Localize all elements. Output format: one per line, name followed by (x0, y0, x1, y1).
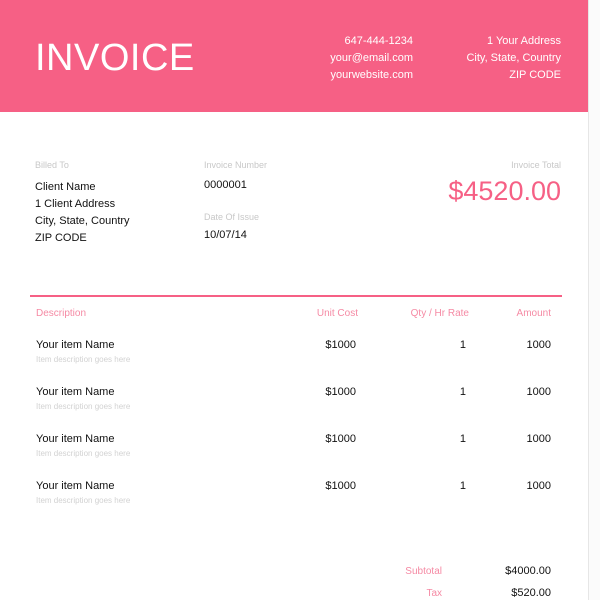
billed-to-block: Client Name 1 Client Address City, State… (35, 179, 130, 247)
item-amount: 1000 (526, 386, 551, 398)
address-line-1: 1 Your Address (486, 35, 561, 47)
date-of-issue: 10/07/14 (204, 229, 247, 241)
section-divider (30, 295, 562, 297)
item-qty: 1 (459, 386, 466, 398)
table-row: Your item Name Item description goes her… (0, 433, 588, 473)
item-name: Your item Name (36, 480, 115, 492)
item-name: Your item Name (36, 339, 115, 351)
item-unit-cost: $1000 (325, 480, 356, 492)
tax-value: $520.00 (511, 587, 551, 599)
column-header-qty: Qty / Hr Rate (410, 308, 469, 319)
item-qty: 1 (459, 433, 466, 445)
contact-info: 647-444-1234 your@email.com yourwebsite.… (330, 33, 413, 84)
phone-number: 647-444-1234 (344, 35, 413, 47)
email-address: your@email.com (330, 52, 413, 64)
item-description: Item description goes here (36, 449, 131, 458)
item-amount: 1000 (526, 433, 551, 445)
address-line-3: ZIP CODE (509, 69, 561, 81)
invoice-title: INVOICE (35, 37, 195, 79)
item-unit-cost: $1000 (325, 433, 356, 445)
website: yourwebsite.com (330, 69, 413, 81)
company-address: 1 Your Address City, State, Country ZIP … (466, 33, 561, 84)
table-row: Your item Name Item description goes her… (0, 339, 588, 379)
client-name: Client Name (35, 181, 96, 193)
item-unit-cost: $1000 (325, 339, 356, 351)
billed-to-label: Billed To (35, 160, 69, 170)
item-description: Item description goes here (36, 496, 131, 505)
invoice-page: INVOICE 647-444-1234 your@email.com your… (0, 0, 588, 600)
item-qty: 1 (459, 339, 466, 351)
column-header-unit-cost: Unit Cost (316, 308, 358, 319)
tax-label: Tax (426, 588, 442, 599)
client-city: City, State, Country (35, 215, 130, 227)
page-edge (588, 0, 600, 600)
item-amount: 1000 (526, 480, 551, 492)
invoice-header: INVOICE 647-444-1234 your@email.com your… (0, 0, 588, 112)
client-zip: ZIP CODE (35, 232, 87, 244)
table-row: Your item Name Item description goes her… (0, 480, 588, 520)
invoice-number: 0000001 (204, 179, 247, 191)
client-address: 1 Client Address (35, 198, 116, 210)
column-header-amount: Amount (516, 308, 551, 319)
column-header-description: Description (36, 308, 87, 319)
item-description: Item description goes here (36, 402, 131, 411)
item-name: Your item Name (36, 386, 115, 398)
subtotal-value: $4000.00 (505, 565, 551, 577)
item-name: Your item Name (36, 433, 115, 445)
invoice-number-label: Invoice Number (204, 160, 268, 170)
item-qty: 1 (459, 480, 466, 492)
item-amount: 1000 (526, 339, 551, 351)
invoice-total-label: Invoice Total (511, 160, 561, 170)
subtotal-label: Subtotal (405, 566, 442, 577)
item-description: Item description goes here (36, 355, 131, 364)
invoice-total: $4520.00 (448, 176, 561, 206)
address-line-2: City, State, Country (466, 52, 561, 64)
date-of-issue-label: Date Of Issue (204, 212, 260, 222)
table-row: Your item Name Item description goes her… (0, 386, 588, 426)
item-unit-cost: $1000 (325, 386, 356, 398)
